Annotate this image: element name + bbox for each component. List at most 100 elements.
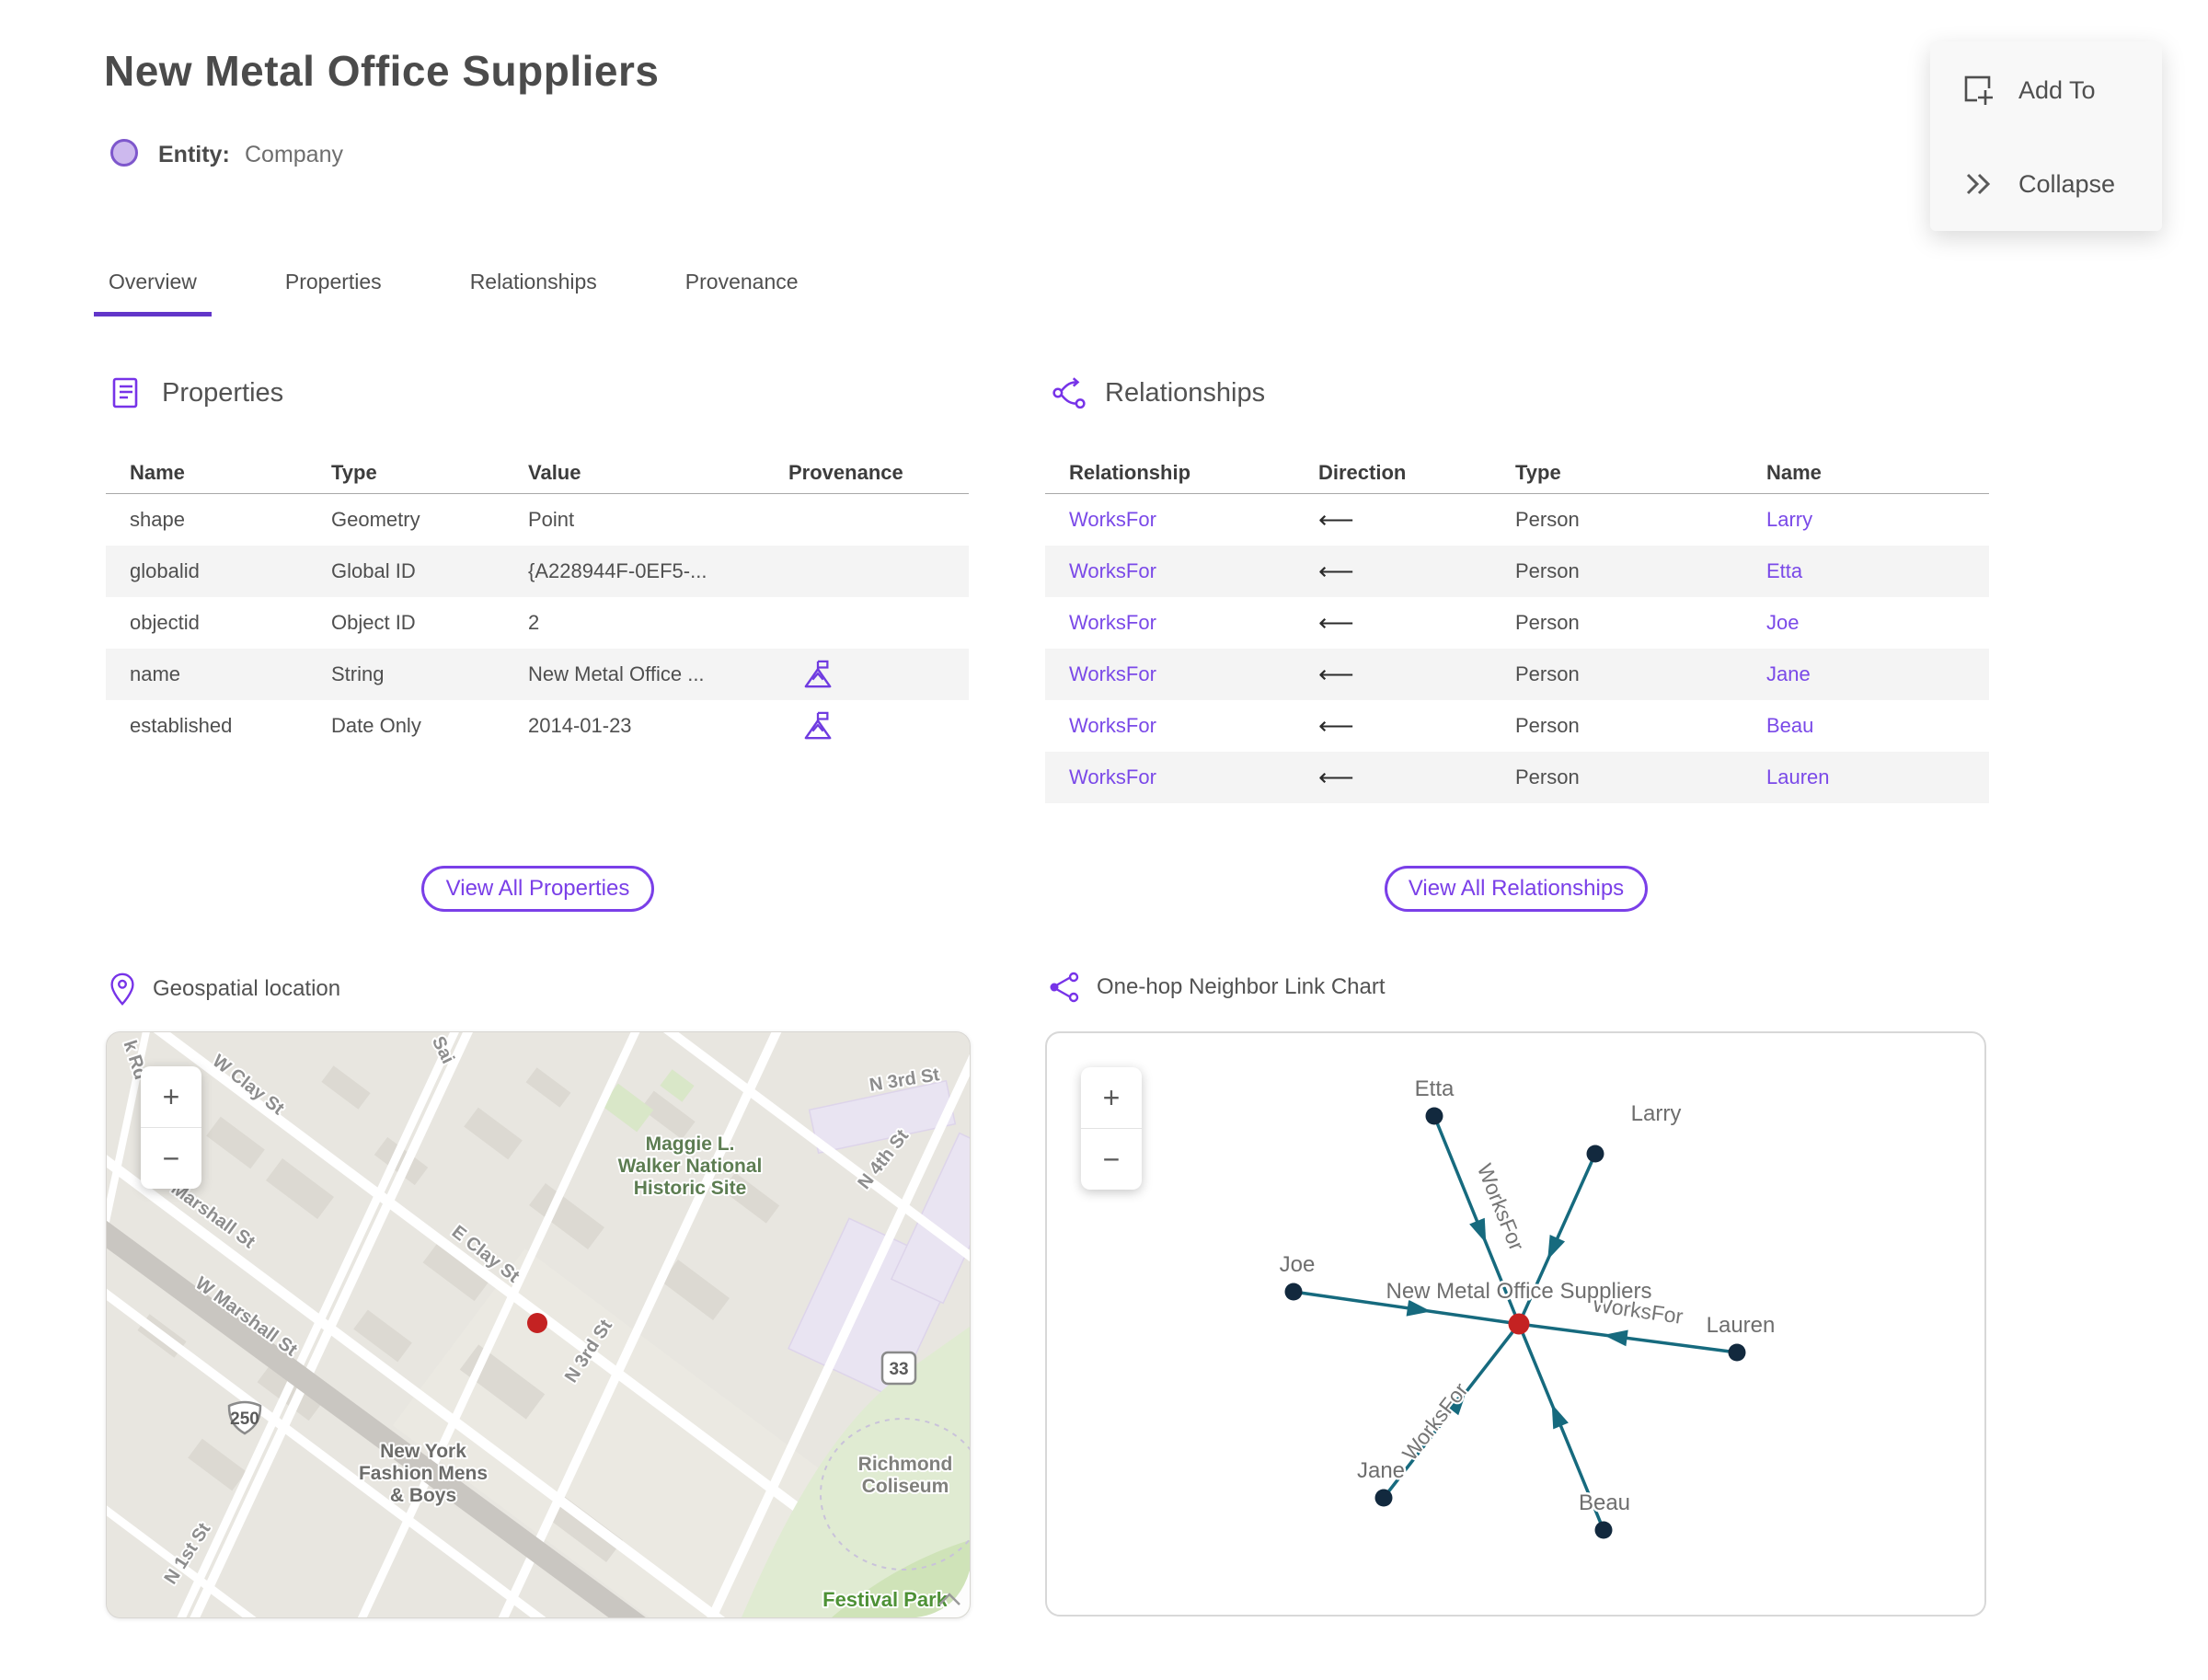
property-name: established bbox=[130, 714, 233, 737]
link-chart-section-header: One-hop Neighbor Link Chart bbox=[1049, 972, 1386, 1003]
property-type: Object ID bbox=[331, 611, 416, 634]
provenance-flag-icon[interactable] bbox=[803, 659, 833, 690]
map-pin-icon bbox=[110, 972, 134, 1006]
node-label[interactable]: Jane bbox=[1354, 1456, 1407, 1486]
route-shield: 250 bbox=[227, 1400, 262, 1435]
entity-location-marker[interactable] bbox=[527, 1313, 547, 1333]
entity-type-cell: Person bbox=[1515, 611, 1580, 634]
route-shield: 33 bbox=[880, 1351, 917, 1386]
add-to-button[interactable]: Add To bbox=[1930, 62, 2162, 119]
view-all-properties-button[interactable]: View All Properties bbox=[421, 866, 654, 912]
column-header: Name bbox=[130, 461, 185, 484]
property-row: name String New Metal Office ... bbox=[106, 649, 969, 700]
node-label[interactable]: Etta bbox=[1412, 1075, 1456, 1104]
direction-arrow: ⟵ bbox=[1318, 711, 1354, 740]
provenance-flag-icon[interactable] bbox=[803, 710, 833, 742]
link-chart-panel[interactable]: WorksFor WorksFor WorksFor Etta Larry Joe Laur… bbox=[1045, 1031, 1986, 1617]
direction-arrow: ⟵ bbox=[1318, 505, 1354, 534]
property-name: name bbox=[130, 662, 181, 685]
property-row: established Date Only 2014-01-23 bbox=[106, 700, 969, 752]
relationship-type-link[interactable]: WorksFor bbox=[1045, 765, 1318, 789]
property-value: 2014-01-23 bbox=[528, 714, 632, 737]
relationship-type-link[interactable]: WorksFor bbox=[1045, 714, 1318, 738]
collapse-icon bbox=[1966, 173, 1991, 195]
link-chart-zoom-out-button[interactable]: − bbox=[1081, 1128, 1142, 1190]
property-type: String bbox=[331, 662, 385, 685]
svg-text:250: 250 bbox=[230, 1410, 259, 1429]
property-row: objectid Object ID 2 bbox=[106, 597, 969, 649]
collapse-button[interactable]: Collapse bbox=[1930, 155, 2162, 213]
page-title: New Metal Office Suppliers bbox=[104, 47, 660, 95]
svg-text:RichmondColiseum: Richmond Coliseum bbox=[858, 1454, 953, 1497]
center-entity-node[interactable] bbox=[1508, 1313, 1530, 1335]
relationship-type-link[interactable]: WorksFor bbox=[1045, 611, 1318, 635]
neighbor-node[interactable] bbox=[1425, 1107, 1443, 1125]
relationships-section-title: Relationships bbox=[1105, 377, 1266, 408]
direction-arrow: ⟵ bbox=[1318, 608, 1354, 637]
direction-arrow: ⟵ bbox=[1318, 763, 1354, 791]
property-value: 2 bbox=[528, 611, 540, 634]
map-zoom-in-button[interactable]: + bbox=[141, 1066, 201, 1127]
entity-type-value: Company bbox=[245, 142, 343, 167]
tab-provenance[interactable]: Provenance bbox=[671, 270, 813, 316]
tab-overview[interactable]: Overview bbox=[94, 270, 212, 316]
properties-section-header: Properties bbox=[109, 375, 283, 410]
relationship-row: WorksFor ⟵ Person Joe bbox=[1045, 597, 1989, 649]
neighbor-node[interactable] bbox=[1284, 1283, 1303, 1301]
view-all-relationships-button[interactable]: View All Relationships bbox=[1385, 866, 1648, 912]
related-entity-link[interactable]: Etta bbox=[1766, 559, 1989, 583]
relationship-row: WorksFor ⟵ Person Jane bbox=[1045, 649, 1989, 700]
neighbor-node[interactable] bbox=[1594, 1521, 1613, 1539]
entity-detail-page: { "header": { "title": "New Metal Office… bbox=[0, 0, 2208, 1680]
add-to-label: Add To bbox=[2018, 75, 2096, 104]
node-label[interactable]: Beau bbox=[1576, 1489, 1632, 1518]
link-chart-canvas: WorksForWorksForWorksForEttaLarryJoeLaur… bbox=[1277, 1075, 1777, 1539]
link-edge bbox=[1518, 1322, 1738, 1354]
neighbor-node[interactable] bbox=[1728, 1343, 1746, 1362]
entity-type-badge-icon bbox=[110, 139, 138, 167]
relationship-type-link[interactable]: WorksFor bbox=[1045, 662, 1318, 686]
relationships-table-header: Relationship Direction Type Name bbox=[1045, 453, 1989, 494]
property-name: objectid bbox=[130, 611, 200, 634]
node-label[interactable]: Lauren bbox=[1704, 1311, 1777, 1341]
related-entity-link[interactable]: Joe bbox=[1766, 611, 1989, 635]
neighbor-node[interactable] bbox=[1374, 1489, 1393, 1507]
relationship-row: WorksFor ⟵ Person Etta bbox=[1045, 546, 1989, 597]
node-label[interactable]: New Metal Office Suppliers bbox=[1384, 1277, 1654, 1306]
add-to-icon bbox=[1964, 75, 1994, 105]
tab-relationships[interactable]: Relationships bbox=[455, 270, 612, 316]
column-header: Name bbox=[1766, 461, 1822, 484]
collapse-label: Collapse bbox=[2018, 169, 2116, 198]
entity-label: Entity: bbox=[158, 142, 230, 167]
node-label[interactable]: Joe bbox=[1277, 1250, 1317, 1280]
related-entity-link[interactable]: Lauren bbox=[1766, 765, 1989, 789]
relationships-icon bbox=[1052, 377, 1086, 409]
related-entity-link[interactable]: Beau bbox=[1766, 714, 1989, 738]
geospatial-section-title: Geospatial location bbox=[153, 976, 341, 1001]
property-name: globalid bbox=[130, 559, 200, 582]
direction-arrow: ⟵ bbox=[1318, 660, 1354, 688]
link-chart-zoom-in-button[interactable]: + bbox=[1081, 1067, 1142, 1128]
neighbor-node[interactable] bbox=[1586, 1145, 1604, 1163]
properties-icon bbox=[112, 377, 138, 408]
relationship-row: WorksFor ⟵ Person Larry bbox=[1045, 494, 1989, 546]
map-zoom-out-button[interactable]: − bbox=[141, 1127, 201, 1189]
node-label[interactable]: Larry bbox=[1628, 1099, 1684, 1129]
property-provenance bbox=[788, 710, 969, 742]
column-header: Relationship bbox=[1069, 461, 1191, 484]
tab-properties[interactable]: Properties bbox=[270, 270, 397, 316]
link-chart-zoom-control: + − bbox=[1081, 1067, 1142, 1190]
map-panel[interactable]: k Rd W Clay St Sai Marshall St W Marshall St… bbox=[106, 1031, 971, 1618]
relationship-type-link[interactable]: WorksFor bbox=[1045, 508, 1318, 532]
link-chart-icon bbox=[1050, 972, 1079, 1003]
svg-text:Festival Park: Festival Park bbox=[822, 1588, 949, 1611]
tab-bar: Overview Properties Relationships Provenanc… bbox=[94, 270, 813, 316]
relationships-table: WorksFor ⟵ Person Larry WorksFor ⟵ Person Etta W… bbox=[1045, 494, 1989, 803]
related-entity-link[interactable]: Jane bbox=[1766, 662, 1989, 686]
column-header: Type bbox=[1515, 461, 1561, 484]
edge-label: WorksFor bbox=[1473, 1160, 1529, 1254]
property-type: Global ID bbox=[331, 559, 416, 582]
relationship-type-link[interactable]: WorksFor bbox=[1045, 559, 1318, 583]
related-entity-link[interactable]: Larry bbox=[1766, 508, 1989, 532]
entity-type-cell: Person bbox=[1515, 508, 1580, 531]
